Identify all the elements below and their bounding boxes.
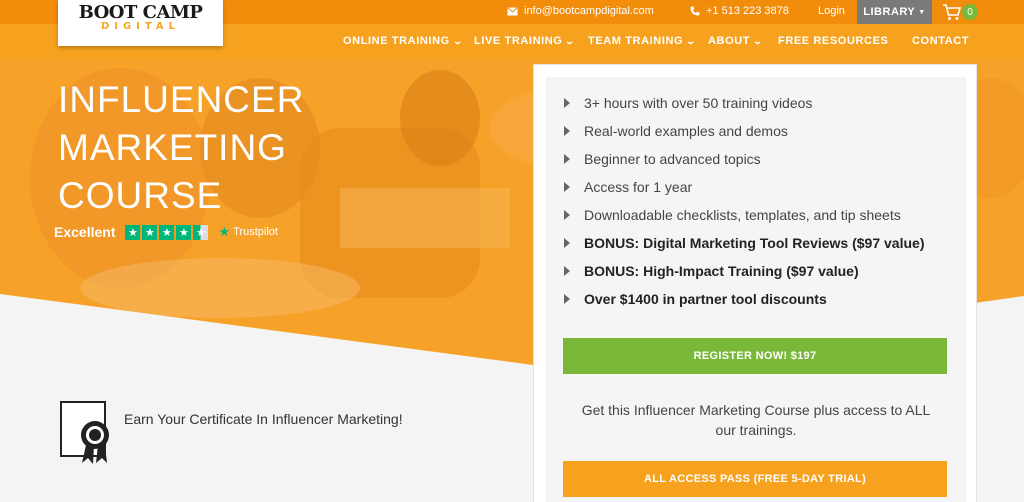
email-text: info@bootcampdigital.com <box>524 5 654 17</box>
triangle-bullet-icon <box>564 266 570 276</box>
nav-about[interactable]: ABOUT ⌄ <box>708 35 764 47</box>
feature-item: Beginner to advanced topics <box>564 151 761 167</box>
nav-contact[interactable]: CONTACT <box>912 35 969 47</box>
star-icon: ★ <box>142 224 158 240</box>
library-label: LIBRARY <box>863 6 916 18</box>
triangle-bullet-icon <box>564 126 570 136</box>
phone-link[interactable]: +1 513 223 3878 <box>690 5 789 17</box>
phone-text: +1 513 223 3878 <box>706 5 789 17</box>
trustpilot-star-icon: ★ <box>218 224 231 239</box>
trustpilot-logo: ★ Trustpilot <box>218 224 277 240</box>
star-icon: ★ <box>125 224 141 240</box>
feature-text: BONUS: Digital Marketing Tool Reviews ($… <box>584 235 925 251</box>
title-line-3: COURSE <box>58 175 223 216</box>
nav-team-training[interactable]: TEAM TRAINING ⌄ <box>588 35 697 47</box>
feature-text: Access for 1 year <box>584 179 693 195</box>
feature-text: Downloadable checklists, templates, and … <box>584 207 901 223</box>
feature-item: 3+ hours with over 50 training videos <box>564 95 812 111</box>
course-offer-card: 3+ hours with over 50 training videos Re… <box>533 64 977 502</box>
triangle-bullet-icon <box>564 210 570 220</box>
logo-line1: BOOT CAMP <box>78 2 203 23</box>
half-star-icon: ★ <box>193 224 209 240</box>
all-access-description: Get this Influencer Marketing Course plu… <box>581 402 931 438</box>
email-link[interactable]: info@bootcampdigital.com <box>507 5 654 17</box>
site-logo[interactable]: BOOT CAMP DIGITAL <box>58 0 223 46</box>
feature-text: Over $1400 in partner tool discounts <box>584 291 827 307</box>
envelope-icon <box>507 6 518 15</box>
certificate-badge-icon <box>60 401 109 464</box>
chevron-down-icon: ⌄ <box>752 35 764 46</box>
feature-item: Over $1400 in partner tool discounts <box>564 291 827 307</box>
nav-contact-label: CONTACT <box>912 35 970 47</box>
nav-online-training-label: ONLINE TRAINING <box>343 35 450 47</box>
feature-text: 3+ hours with over 50 training videos <box>584 95 813 111</box>
register-now-button[interactable]: REGISTER NOW! $197 <box>563 338 947 374</box>
feature-item: BONUS: Digital Marketing Tool Reviews ($… <box>564 235 924 251</box>
trustpilot-text: Trustpilot <box>233 226 278 238</box>
title-line-1: INFLUENCER <box>58 79 305 120</box>
nav-about-label: ABOUT <box>708 35 751 47</box>
title-line-2: MARKETING <box>58 127 287 168</box>
course-offer-inner: 3+ hours with over 50 training videos Re… <box>546 77 966 502</box>
feature-item: Access for 1 year <box>564 179 692 195</box>
phone-icon <box>690 6 700 16</box>
feature-item: Real-world examples and demos <box>564 123 788 139</box>
all-access-pass-button[interactable]: ALL ACCESS PASS (FREE 5-DAY TRIAL) <box>563 461 947 497</box>
certificate-text: Earn Your Certificate In Influencer Mark… <box>124 411 403 427</box>
triangle-bullet-icon <box>564 294 570 304</box>
triangle-bullet-icon <box>564 154 570 164</box>
caret-down-icon: ▼ <box>918 8 926 16</box>
chevron-down-icon: ⌄ <box>452 35 464 46</box>
nav-team-training-label: TEAM TRAINING <box>588 35 684 47</box>
cart-count-badge: 0 <box>962 4 978 20</box>
triangle-bullet-icon <box>564 238 570 248</box>
cart-button[interactable]: 0 <box>942 3 982 21</box>
trustpilot-widget[interactable]: Excellent ★ ★ ★ ★ ★ ★ Trustpilot <box>54 224 278 240</box>
nav-online-training[interactable]: ONLINE TRAINING ⌄ <box>343 35 464 47</box>
triangle-bullet-icon <box>564 182 570 192</box>
certificate-info: Earn Your Certificate In Influencer Mark… <box>60 401 403 465</box>
feature-text: BONUS: High-Impact Training ($97 value) <box>584 263 859 279</box>
login-link[interactable]: Login <box>818 5 845 17</box>
shopping-cart-icon <box>943 4 962 20</box>
rating-stars: ★ ★ ★ ★ ★ <box>125 224 209 240</box>
nav-free-resources[interactable]: FREE RESOURCES <box>778 35 888 47</box>
nav-free-resources-label: FREE RESOURCES <box>778 35 889 47</box>
triangle-bullet-icon <box>564 98 570 108</box>
feature-item: Downloadable checklists, templates, and … <box>564 207 901 223</box>
page-title: INFLUENCER MARKETING COURSE <box>58 76 358 220</box>
chevron-down-icon: ⌄ <box>564 35 577 46</box>
rating-label: Excellent <box>54 224 116 240</box>
feature-item: BONUS: High-Impact Training ($97 value) <box>564 263 859 279</box>
login-text: Login <box>818 5 845 17</box>
star-icon: ★ <box>176 224 192 240</box>
library-dropdown[interactable]: LIBRARY ▼ <box>857 0 932 24</box>
chevron-down-icon: ⌄ <box>685 35 697 46</box>
nav-live-training[interactable]: LIVE TRAINING ⌄ <box>474 35 575 47</box>
feature-text: Real-world examples and demos <box>584 123 788 139</box>
star-icon: ★ <box>159 224 175 240</box>
feature-text: Beginner to advanced topics <box>584 151 761 167</box>
nav-live-training-label: LIVE TRAINING <box>474 35 563 47</box>
